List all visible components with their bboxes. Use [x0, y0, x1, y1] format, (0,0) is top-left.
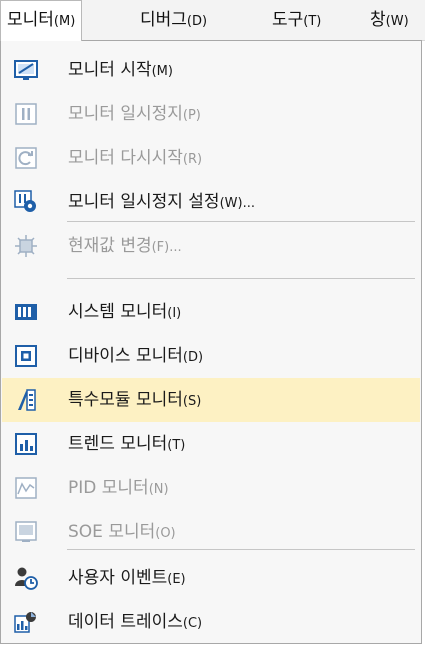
monitor-start-icon: [14, 58, 38, 82]
system-monitor-icon: [14, 300, 38, 324]
menu-window[interactable]: 창(W): [364, 0, 415, 40]
menu-separator: [67, 549, 415, 550]
menu-item-soe-monitor[interactable]: SOE 모니터(O): [2, 510, 420, 554]
menu-item-system-monitor[interactable]: 시스템 모니터(I): [2, 290, 420, 334]
device-monitor-icon: [14, 344, 38, 368]
menu-tools[interactable]: 도구(T): [266, 0, 327, 40]
menu-item-monitor-restart[interactable]: 모니터 다시시작(R): [2, 136, 420, 180]
menu-debug[interactable]: 디버그(D): [134, 0, 213, 40]
pause-icon: [14, 102, 38, 126]
pid-monitor-icon: [14, 476, 38, 500]
menu-item-monitor-pause[interactable]: 모니터 일시정지(P): [2, 92, 420, 136]
menu-item-device-monitor[interactable]: 디바이스 모니터(D): [2, 334, 420, 378]
pause-settings-icon: [14, 190, 38, 214]
menu-item-pause-settings[interactable]: 모니터 일시정지 설정(W)...: [2, 180, 420, 224]
menu-item-change-value[interactable]: 현재값 변경(F)...: [2, 224, 420, 268]
data-trace-icon: [14, 610, 38, 634]
menu-item-data-trace[interactable]: 데이터 트레이스(C): [2, 600, 420, 644]
restart-icon: [14, 146, 38, 170]
menu-item-user-event[interactable]: 사용자 이벤트(E): [2, 556, 420, 600]
trend-monitor-icon: [14, 432, 38, 456]
menu-bar: 모니터(M) 디버그(D) 도구(T) 창(W): [0, 0, 425, 41]
menu-separator: [67, 221, 415, 222]
menu-monitor[interactable]: 모니터(M): [0, 0, 83, 41]
menu-separator: [67, 278, 415, 279]
user-event-icon: [14, 566, 38, 590]
monitor-dropdown-menu: 모니터 시작(M) 모니터 일시정지(P) 모니터 다시시작(R) 모니터 일시…: [0, 40, 422, 644]
menu-item-monitor-start[interactable]: 모니터 시작(M): [2, 48, 420, 92]
soe-monitor-icon: [14, 520, 38, 544]
menu-item-trend-monitor[interactable]: 트렌드 모니터(T): [2, 422, 420, 466]
menu-item-pid-monitor[interactable]: PID 모니터(N): [2, 466, 420, 510]
menu-item-special-module-monitor[interactable]: 특수모듈 모니터(S): [2, 378, 420, 422]
special-module-icon: [14, 388, 38, 412]
change-value-icon: [14, 234, 38, 258]
